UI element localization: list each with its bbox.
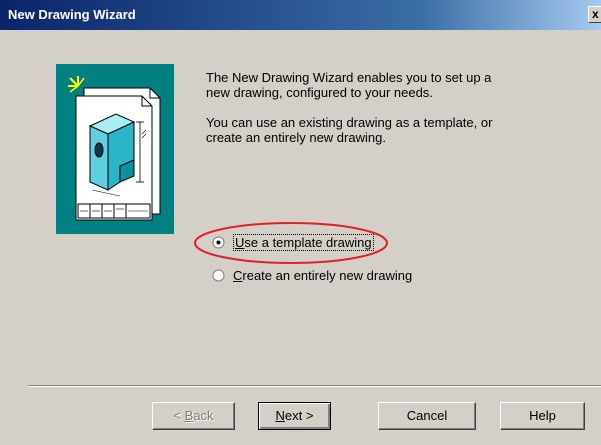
wizard-drawing-icon xyxy=(56,64,174,234)
help-button[interactable]: Help xyxy=(500,402,585,430)
radio-label-create-new: Create an entirely new drawing xyxy=(233,268,413,283)
next-button[interactable]: Next > xyxy=(258,402,331,430)
title-bar: New Drawing Wizard x xyxy=(0,0,601,30)
close-button[interactable]: x xyxy=(588,6,601,23)
radio-selected-icon[interactable] xyxy=(212,236,225,249)
window-title: New Drawing Wizard xyxy=(8,7,136,22)
cancel-button[interactable]: Cancel xyxy=(378,402,476,430)
radio-create-new[interactable]: Create an entirely new drawing xyxy=(212,268,412,283)
close-icon: x xyxy=(592,7,599,21)
intro-text: The New Drawing Wizard enables you to se… xyxy=(206,70,506,160)
radio-unselected-icon[interactable] xyxy=(212,269,225,282)
radio-use-template[interactable]: Use a template drawing xyxy=(212,234,374,251)
divider xyxy=(28,385,601,387)
intro-paragraph: The New Drawing Wizard enables you to se… xyxy=(206,70,492,100)
back-button[interactable]: < Back xyxy=(152,402,235,430)
radio-label-use-template: Use a template drawing xyxy=(233,234,374,251)
intro-paragraph: You can use an existing drawing as a tem… xyxy=(206,115,493,145)
